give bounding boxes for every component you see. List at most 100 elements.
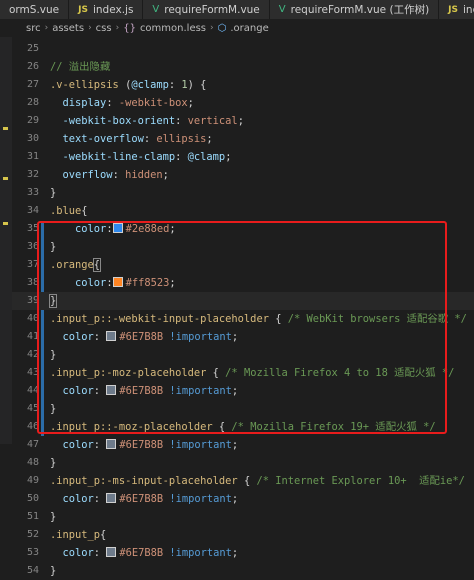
code-line[interactable]: 47 color: #6E7B8B !important; (12, 436, 474, 454)
code-line[interactable]: 54} (12, 562, 474, 580)
color-swatch-icon[interactable] (106, 439, 117, 449)
tab-3[interactable]: VrequireFormM.vue (工作树) (269, 0, 440, 19)
code-token: !important (169, 493, 232, 505)
line-number: 37 (26, 259, 39, 270)
line-number: 27 (26, 79, 39, 90)
breadcrumb: src › assets › css › {} common.less › ⬡ … (0, 19, 474, 37)
code-text: -webkit-box-orient: vertical; (50, 112, 244, 130)
code-token: /* Internet Explorer 10+ 适配ie*/ (256, 475, 465, 487)
tab-4[interactable]: JS index.js ( (439, 0, 474, 19)
tab-label: requireFormM.vue (工作树) (290, 4, 430, 16)
code-line[interactable]: 52 .input_p{ (12, 526, 474, 544)
code-token: !important (169, 547, 232, 559)
line-number: 38 (26, 277, 39, 288)
line-number: 42 (26, 349, 39, 360)
code-text: -webkit-line-clamp: @clamp; (50, 148, 232, 166)
breadcrumb-item-src[interactable]: src (26, 23, 41, 34)
code-token: @clamp (131, 79, 169, 91)
line-number: 26 (26, 61, 39, 72)
code-token: : (175, 151, 188, 163)
line-number: 46 (26, 421, 39, 432)
code-line[interactable]: 51} (12, 508, 474, 526)
line-number: 36 (26, 241, 39, 252)
code-text: .v-ellipsis (@clamp: 1) { (50, 76, 206, 94)
line-number: 33 (26, 187, 39, 198)
line-number: 28 (26, 97, 39, 108)
code-line[interactable]: 25 (12, 40, 474, 58)
line-number: 48 (26, 457, 39, 468)
tab-0[interactable]: ormS.vue (0, 0, 70, 19)
line-number: 44 (26, 385, 39, 396)
code-line[interactable]: 53 color: #6E7B8B !important; (12, 544, 474, 562)
code-line[interactable]: 31 -webkit-line-clamp: @clamp; (12, 148, 474, 166)
code-token: ellipsis (156, 133, 207, 145)
line-number: 54 (26, 565, 39, 576)
code-token: -webkit-box-orient (50, 115, 176, 127)
code-line[interactable]: 48} (12, 454, 474, 472)
code-line[interactable]: 33} (12, 184, 474, 202)
code-line[interactable]: 27 .v-ellipsis (@clamp: 1) { (12, 76, 474, 94)
code-text: // 溢出隐藏 (50, 58, 110, 76)
symbol-icon: ⬡ (217, 22, 227, 34)
tab-1[interactable]: JS index.js (69, 0, 144, 19)
line-number: 53 (26, 547, 39, 558)
code-text: color: #6E7B8B !important; (50, 544, 238, 562)
code-token: } (50, 565, 57, 577)
code-text: .input_p:-ms-input-placeholder { /* Inte… (50, 472, 465, 490)
line-number: 52 (26, 529, 39, 540)
tab-label: index.js (92, 3, 134, 16)
code-line[interactable]: 26 // 溢出隐藏 (12, 58, 474, 76)
code-token: -webkit-line-clamp (50, 151, 176, 163)
breadcrumb-item-symbol[interactable]: .orange (230, 23, 268, 34)
code-token: ; (206, 133, 213, 145)
code-line[interactable]: 34 .blue{ (12, 202, 474, 220)
code-token: color (50, 439, 94, 451)
code-token: : (143, 133, 157, 145)
code-token: : (175, 115, 188, 127)
color-swatch-icon[interactable] (106, 493, 117, 503)
line-number: 47 (26, 439, 39, 450)
code-line[interactable]: 49 .input_p:-ms-input-placeholder { /* In… (12, 472, 474, 490)
code-token: overflow (50, 169, 113, 181)
tab-2[interactable]: VrequireFormM.vue (143, 0, 270, 19)
line-number: 45 (26, 403, 39, 414)
code-token: .blue (50, 205, 82, 217)
git-change-marker (3, 127, 8, 130)
code-token: vertical (187, 115, 238, 127)
code-token: : (106, 97, 119, 109)
code-token: .v-ellipsis (50, 79, 126, 91)
line-number: 50 (26, 493, 39, 504)
color-swatch-icon[interactable] (106, 547, 117, 557)
breadcrumb-item-assets[interactable]: assets (52, 23, 84, 34)
code-token: display (50, 97, 107, 109)
chevron-right-icon: › (115, 23, 120, 33)
code-token: -webkit-box (118, 97, 188, 109)
less-file-icon: {} (123, 22, 136, 34)
code-token: : (168, 79, 182, 91)
code-token: } (50, 511, 57, 523)
code-token: color (50, 547, 94, 559)
code-line[interactable]: 29 -webkit-box-orient: vertical; (12, 112, 474, 130)
code-line[interactable]: 50 color: #6E7B8B !important; (12, 490, 474, 508)
code-line[interactable]: 28 display: -webkit-box; (12, 94, 474, 112)
line-number: 32 (26, 169, 39, 180)
code-token: ; (162, 169, 169, 181)
code-token: ; (231, 493, 239, 505)
line-number: 39 (26, 295, 39, 306)
code-token: { (81, 205, 88, 217)
line-number: 49 (26, 475, 39, 486)
code-line[interactable]: 32 overflow: hidden; (12, 166, 474, 184)
line-number: 41 (26, 331, 39, 342)
code-token: @clamp (187, 151, 226, 163)
code-token: : (93, 439, 107, 451)
code-token: { (243, 475, 257, 487)
line-number: 40 (26, 313, 39, 324)
js-file-icon: JS (78, 4, 88, 15)
breadcrumb-item-css[interactable]: css (96, 23, 112, 34)
breadcrumb-item-file[interactable]: common.less (140, 23, 206, 34)
line-number: 31 (26, 151, 39, 162)
chevron-right-icon: › (210, 23, 214, 33)
git-change-marker (3, 222, 8, 225)
code-token: ; (231, 547, 239, 559)
code-line[interactable]: 30 text-overflow: ellipsis; (12, 130, 474, 148)
